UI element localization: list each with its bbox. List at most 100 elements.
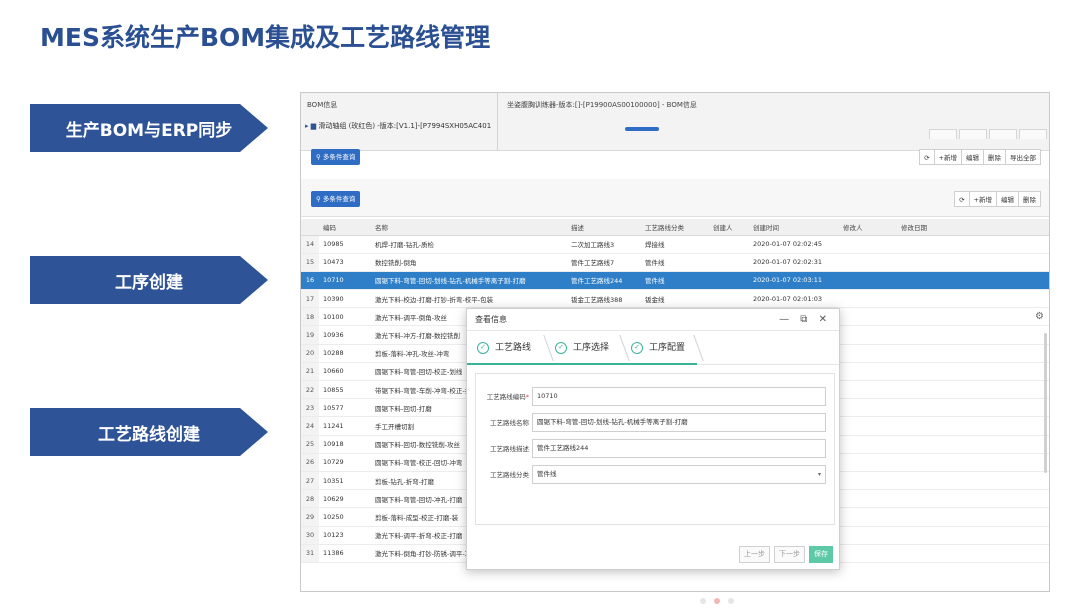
row-number: 23 bbox=[301, 398, 319, 418]
save-button[interactable]: 保存 bbox=[809, 546, 833, 563]
edit-button[interactable]: 编辑 bbox=[961, 149, 984, 165]
window-controls[interactable]: — ⧉ ✕ bbox=[779, 309, 831, 331]
row-number: 29 bbox=[301, 507, 319, 527]
step-label: 工序选择 bbox=[573, 343, 610, 353]
row-number: 14 bbox=[301, 235, 319, 254]
table-cell: 数控铣削-倒角 bbox=[371, 253, 567, 272]
step-route[interactable]: ✓ 工艺路线 bbox=[477, 338, 531, 358]
vertical-scrollbar[interactable] bbox=[1044, 333, 1047, 473]
table-cell bbox=[839, 253, 897, 272]
multi-query-button-grid[interactable]: ⚲ 多条件查询 bbox=[311, 191, 361, 207]
step-separator bbox=[608, 335, 630, 361]
table-cell bbox=[839, 453, 897, 472]
table-cell: 管件工艺路线244 bbox=[567, 271, 641, 291]
route-category-select[interactable]: 管件线 ▾ bbox=[532, 464, 826, 484]
table-cell bbox=[897, 453, 1049, 472]
table-cell: 10288 bbox=[319, 344, 371, 363]
table-row[interactable]: 14 10985 机焊-打磨-钻孔-质检 二次加工路线3 焊接线 2020-01-07 0… bbox=[301, 235, 1049, 254]
table-header: 编码 名称 描述 工艺路线分类 创建人 创建时间 修改人 修改日期 bbox=[301, 219, 1049, 236]
table-cell: 2020-01-07 02:02:45 bbox=[749, 235, 839, 254]
table-cell bbox=[839, 526, 897, 545]
export-all-button[interactable]: 导出全部 bbox=[1005, 149, 1041, 165]
table-cell: 焊接线 bbox=[641, 235, 709, 254]
tab[interactable] bbox=[1019, 129, 1047, 139]
top-panels: BOM信息 ▸ ▆ 滑动轴组 (玫红色) -版本:[V1.1]-[P7994SX… bbox=[301, 93, 1049, 151]
step-label: 工序配置 bbox=[649, 343, 686, 353]
table-cell: 管件线 bbox=[641, 271, 709, 291]
table-cell: 10390 bbox=[319, 289, 371, 309]
table-row[interactable]: 17 10390 激光下料-校边-打磨-打钞-折弯-校平-包装 钣金工艺路线388 钣金… bbox=[301, 289, 1049, 309]
decorative-dots bbox=[700, 598, 734, 604]
row-number: 15 bbox=[301, 253, 319, 272]
table-cell bbox=[709, 253, 749, 272]
tab[interactable] bbox=[989, 129, 1017, 139]
table-cell: 钣金线 bbox=[641, 289, 709, 309]
table-cell bbox=[839, 344, 897, 363]
step-separator bbox=[682, 335, 704, 361]
table-cell bbox=[897, 398, 1049, 418]
route-desc-field[interactable]: 管件工艺路线244 bbox=[532, 438, 826, 458]
table-cell: 二次加工路线3 bbox=[567, 235, 641, 254]
table-cell bbox=[839, 544, 897, 563]
step-label: 工艺路线 bbox=[495, 343, 532, 353]
row-number: 19 bbox=[301, 325, 319, 345]
column-header[interactable]: 创建人 bbox=[709, 219, 749, 236]
dialog-title: 查看信息 bbox=[475, 315, 507, 324]
table-cell: 10629 bbox=[319, 489, 371, 509]
gear-icon[interactable]: ⚙ bbox=[1035, 311, 1049, 325]
column-header[interactable] bbox=[301, 219, 319, 236]
refresh-button[interactable]: ⟳ bbox=[919, 149, 935, 165]
grid-toolbar-band bbox=[301, 179, 1049, 217]
table-cell bbox=[839, 380, 897, 400]
step-process-config[interactable]: ✓ 工序配置 bbox=[631, 338, 685, 358]
step-progress-line bbox=[467, 363, 697, 365]
table-cell bbox=[897, 253, 1049, 272]
table-cell: 10660 bbox=[319, 362, 371, 382]
dialog-buttons: 上一步 下一步 保存 bbox=[739, 546, 833, 563]
delete-button[interactable]: 删除 bbox=[983, 149, 1006, 165]
column-header[interactable]: 描述 bbox=[567, 219, 641, 236]
edit-button[interactable]: 编辑 bbox=[996, 191, 1019, 207]
form-row-name: 工艺路线名称 圆锯下料-弯管-回切-划线-钻孔-机械手等离子割-打磨 bbox=[476, 412, 826, 432]
form-row-desc: 工艺路线描述 管件工艺路线244 bbox=[476, 438, 826, 458]
next-step-button[interactable]: 下一步 bbox=[774, 546, 805, 563]
table-cell: 2020-01-07 02:01:03 bbox=[749, 289, 839, 309]
multi-query-button-top[interactable]: ⚲ 多条件查询 bbox=[311, 149, 361, 165]
table-row[interactable]: 15 10473 数控铣削-倒角 管件工艺路线7 管件线 2020-01-07 02:02… bbox=[301, 253, 1049, 272]
tree-item-label: 滑动轴组 (玫红色) -版本:[V1.1]-[P7994SXH05AC401 bbox=[318, 122, 492, 130]
table-cell: 10473 bbox=[319, 253, 371, 272]
delete-button[interactable]: 删除 bbox=[1018, 191, 1041, 207]
step-process-select[interactable]: ✓ 工序选择 bbox=[555, 338, 609, 358]
table-cell bbox=[897, 344, 1049, 363]
step-separator bbox=[532, 335, 554, 361]
dot bbox=[714, 598, 720, 604]
add-button[interactable]: +新增 bbox=[968, 191, 997, 207]
add-button[interactable]: +新增 bbox=[933, 149, 962, 165]
table-cell bbox=[839, 325, 897, 345]
query-label: 多条件查询 bbox=[322, 153, 356, 161]
prev-step-button[interactable]: 上一步 bbox=[739, 546, 770, 563]
route-code-field[interactable]: 10710 bbox=[532, 386, 826, 406]
tab[interactable] bbox=[959, 129, 987, 139]
table-row[interactable]: 16 10710 圆锯下料-弯管-回切-划线-钻孔-机械手等离子割-打磨 管件工艺路线… bbox=[301, 271, 1049, 291]
check-circle-icon: ✓ bbox=[477, 342, 489, 354]
active-tab-indicator bbox=[625, 127, 659, 131]
table-cell bbox=[839, 235, 897, 254]
column-header[interactable]: 修改日期 bbox=[897, 219, 1049, 236]
table-cell: 11386 bbox=[319, 544, 371, 563]
route-name-field[interactable]: 圆锯下料-弯管-回切-划线-钻孔-机械手等离子割-打磨 bbox=[532, 412, 826, 432]
search-icon: ⚲ bbox=[316, 153, 321, 161]
row-number: 28 bbox=[301, 489, 319, 509]
field-label: 工艺路线描述 bbox=[490, 445, 529, 453]
column-header[interactable]: 工艺路线分类 bbox=[641, 219, 709, 236]
column-header[interactable]: 名称 bbox=[371, 219, 567, 236]
tree-item[interactable]: ▸ ▆ 滑动轴组 (玫红色) -版本:[V1.1]-[P7994SXH05AC4… bbox=[305, 121, 491, 131]
refresh-button[interactable]: ⟳ bbox=[954, 191, 970, 207]
right-tabs bbox=[927, 129, 1047, 139]
tab[interactable] bbox=[929, 129, 957, 139]
table-cell: 10918 bbox=[319, 435, 371, 454]
column-header[interactable]: 创建时间 bbox=[749, 219, 839, 236]
column-header[interactable]: 修改人 bbox=[839, 219, 897, 236]
column-header[interactable]: 编码 bbox=[319, 219, 371, 236]
table-cell bbox=[897, 416, 1049, 436]
